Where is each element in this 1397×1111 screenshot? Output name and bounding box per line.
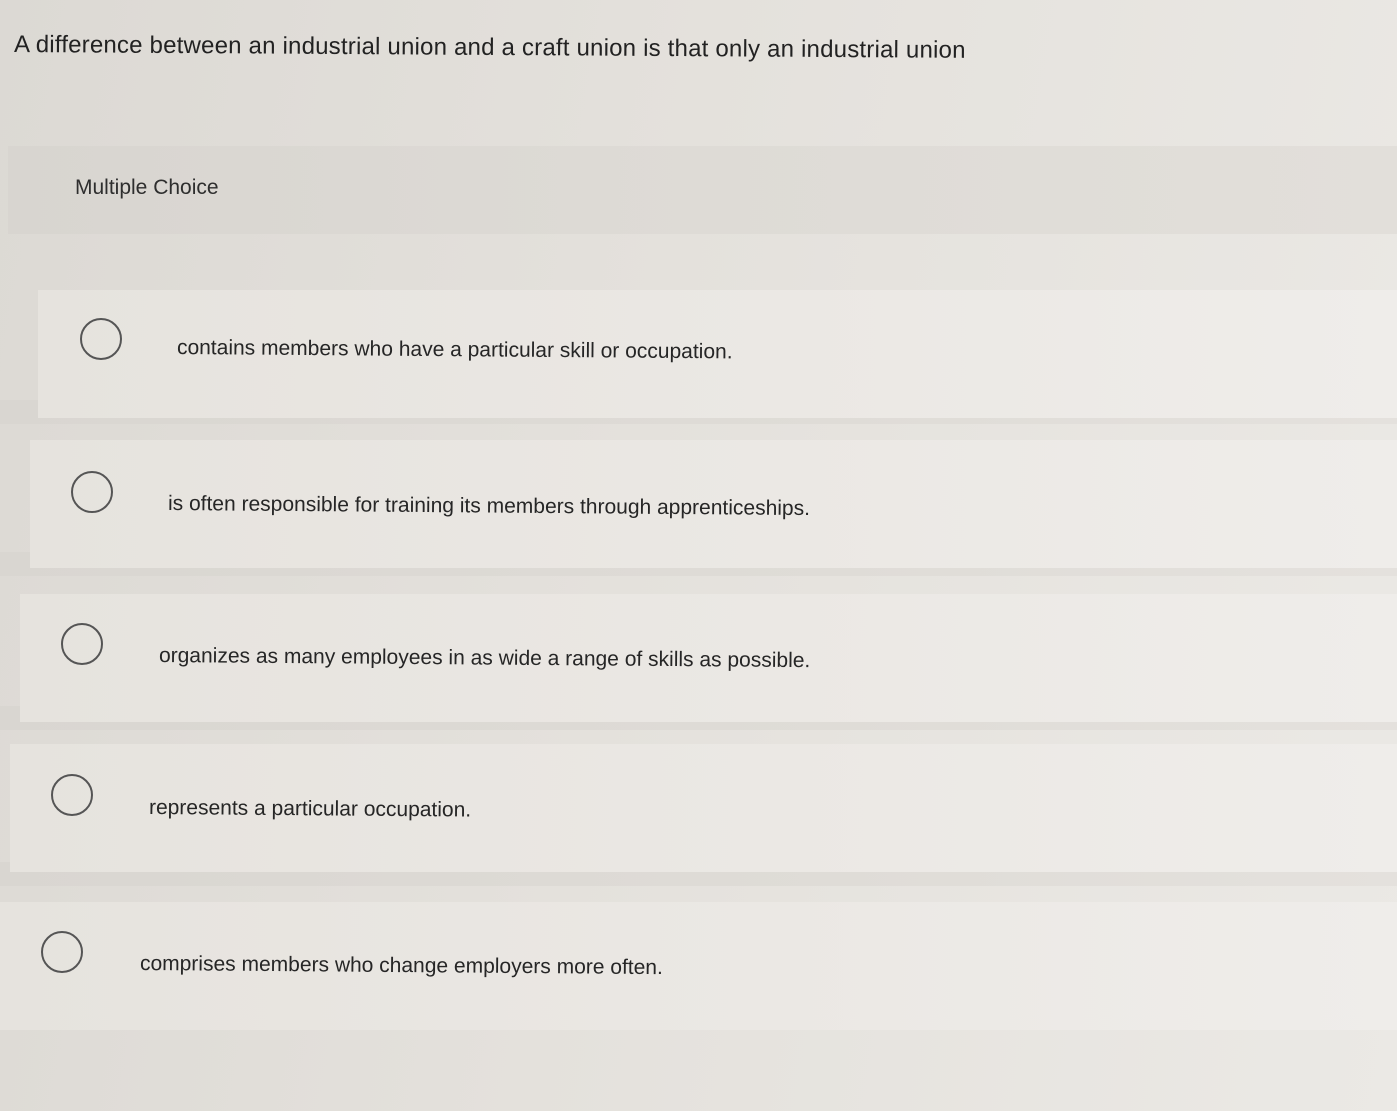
multiple-choice-label: Multiple Choice <box>75 176 219 199</box>
answer-option-2[interactable]: is often responsible for training its me… <box>30 440 1397 568</box>
answer-option-5[interactable]: comprises members who change employers m… <box>0 902 1397 1030</box>
answer-option-label[interactable]: represents a particular occupation. <box>149 796 471 823</box>
answer-option-label[interactable]: contains members who have a particular s… <box>177 336 733 364</box>
answer-option-label[interactable]: comprises members who change employers m… <box>140 952 663 980</box>
answer-option-1[interactable]: contains members who have a particular s… <box>38 290 1397 418</box>
multiple-choice-header: Multiple Choice <box>8 146 1397 234</box>
answer-options: contains members who have a particular s… <box>0 234 1397 1111</box>
answer-option-3[interactable]: organizes as many employees in as wide a… <box>20 594 1397 722</box>
answer-option-4[interactable]: represents a particular occupation. <box>10 744 1397 872</box>
radio-unselected-icon[interactable] <box>80 318 122 360</box>
radio-unselected-icon[interactable] <box>71 471 113 513</box>
answer-option-label[interactable]: organizes as many employees in as wide a… <box>159 644 810 673</box>
question-text: A difference between an industrial union… <box>13 31 966 64</box>
radio-unselected-icon[interactable] <box>41 931 83 973</box>
radio-unselected-icon[interactable] <box>51 774 93 816</box>
radio-unselected-icon[interactable] <box>61 623 103 665</box>
answer-option-label[interactable]: is often responsible for training its me… <box>168 492 810 521</box>
